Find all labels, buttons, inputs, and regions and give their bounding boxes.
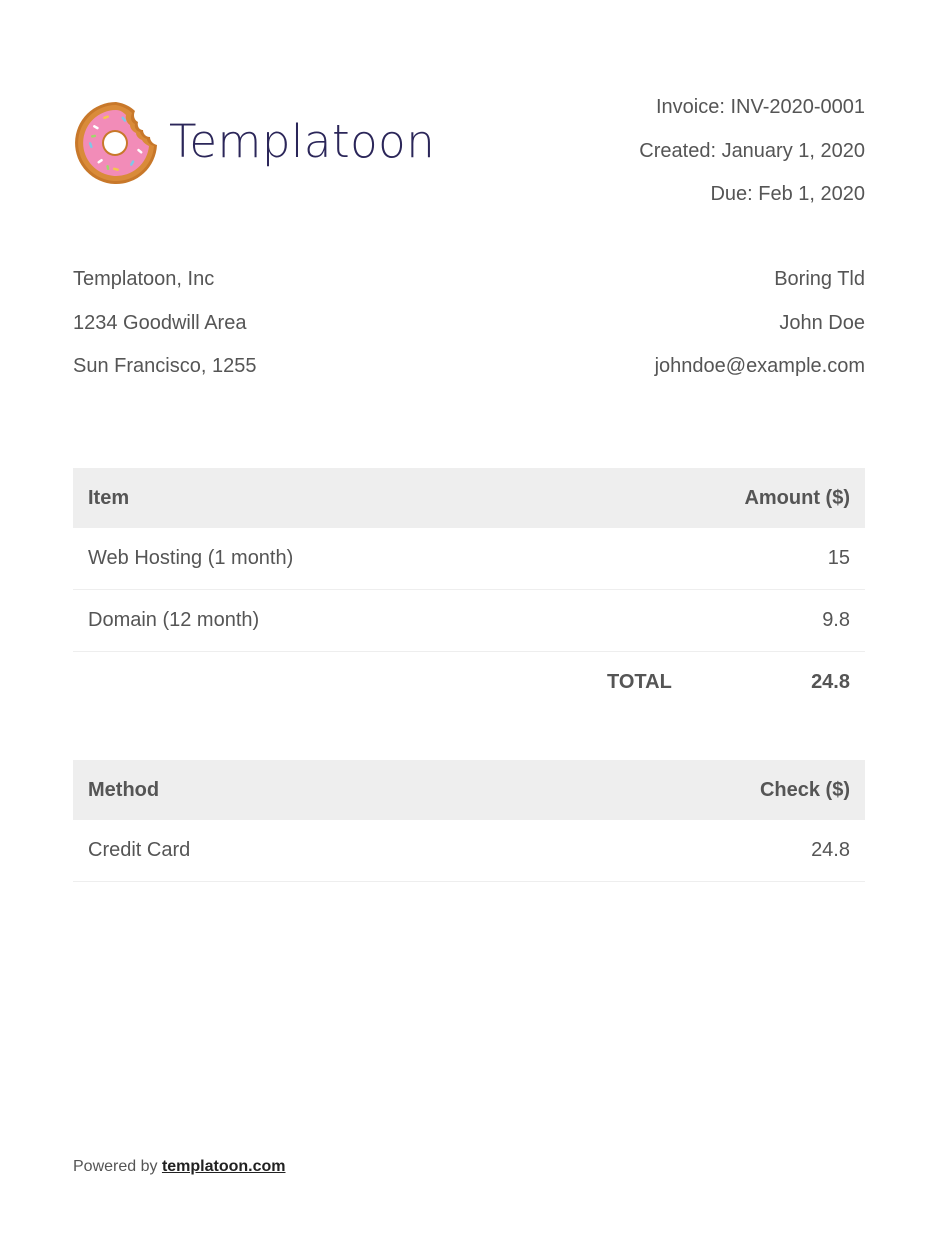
items-table: Item Amount ($) Web Hosting (1 month) 15… (73, 468, 865, 652)
sender-city: Sun Francisco, 1255 (73, 355, 257, 377)
recipient-email: johndoe@example.com (654, 355, 865, 377)
total-value: 24.8 (811, 671, 850, 693)
sender-info: Templatoon, Inc 1234 Goodwill Area Sun F… (73, 258, 256, 389)
invoice-page: Templatoon Invoice: INV-2020-0001 Create… (73, 0, 865, 1258)
sender-company: Templatoon, Inc (73, 268, 215, 290)
total-row: TOTAL 24.8 (73, 652, 865, 713)
invoice-meta: Invoice: INV-2020-0001 Created: January … (639, 86, 865, 217)
item-column-header: Item (73, 468, 576, 528)
items-header-row: Item Amount ($) (73, 468, 865, 528)
footer-link[interactable]: templatoon.com (162, 1158, 286, 1175)
payment-header-row: Method Check ($) (73, 760, 865, 820)
check-column-header: Check ($) (488, 760, 865, 820)
table-row: Credit Card 24.8 (73, 820, 865, 882)
brand-logo: Templatoon (73, 98, 435, 188)
payment-table: Method Check ($) Credit Card 24.8 (73, 760, 865, 882)
method-column-header: Method (73, 760, 489, 820)
due-date: Due: Feb 1, 2020 (710, 183, 865, 205)
sender-address: 1234 Goodwill Area (73, 311, 247, 334)
item-name: Web Hosting (1 month) (73, 528, 576, 590)
item-name: Domain (12 month) (73, 589, 576, 652)
footer-prefix: Powered by (73, 1158, 162, 1175)
table-row: Domain (12 month) 9.8 (73, 589, 865, 652)
brand-name: Templatoon (169, 114, 436, 168)
total-label: TOTAL (607, 671, 672, 693)
payment-check: 24.8 (488, 820, 865, 882)
invoice-number: Invoice: INV-2020-0001 (655, 96, 865, 118)
item-amount: 9.8 (575, 589, 865, 652)
item-amount: 15 (575, 528, 865, 590)
table-row: Web Hosting (1 month) 15 (73, 528, 865, 590)
payment-method: Credit Card (73, 820, 489, 882)
amount-column-header: Amount ($) (575, 468, 865, 528)
recipient-name: John Doe (779, 311, 865, 334)
footer: Powered by templatoon.com (73, 1157, 286, 1177)
donut-icon (75, 102, 157, 184)
recipient-info: Boring Tld John Doe johndoe@example.com (655, 258, 865, 389)
created-date: Created: January 1, 2020 (639, 139, 865, 162)
recipient-company: Boring Tld (774, 268, 865, 290)
